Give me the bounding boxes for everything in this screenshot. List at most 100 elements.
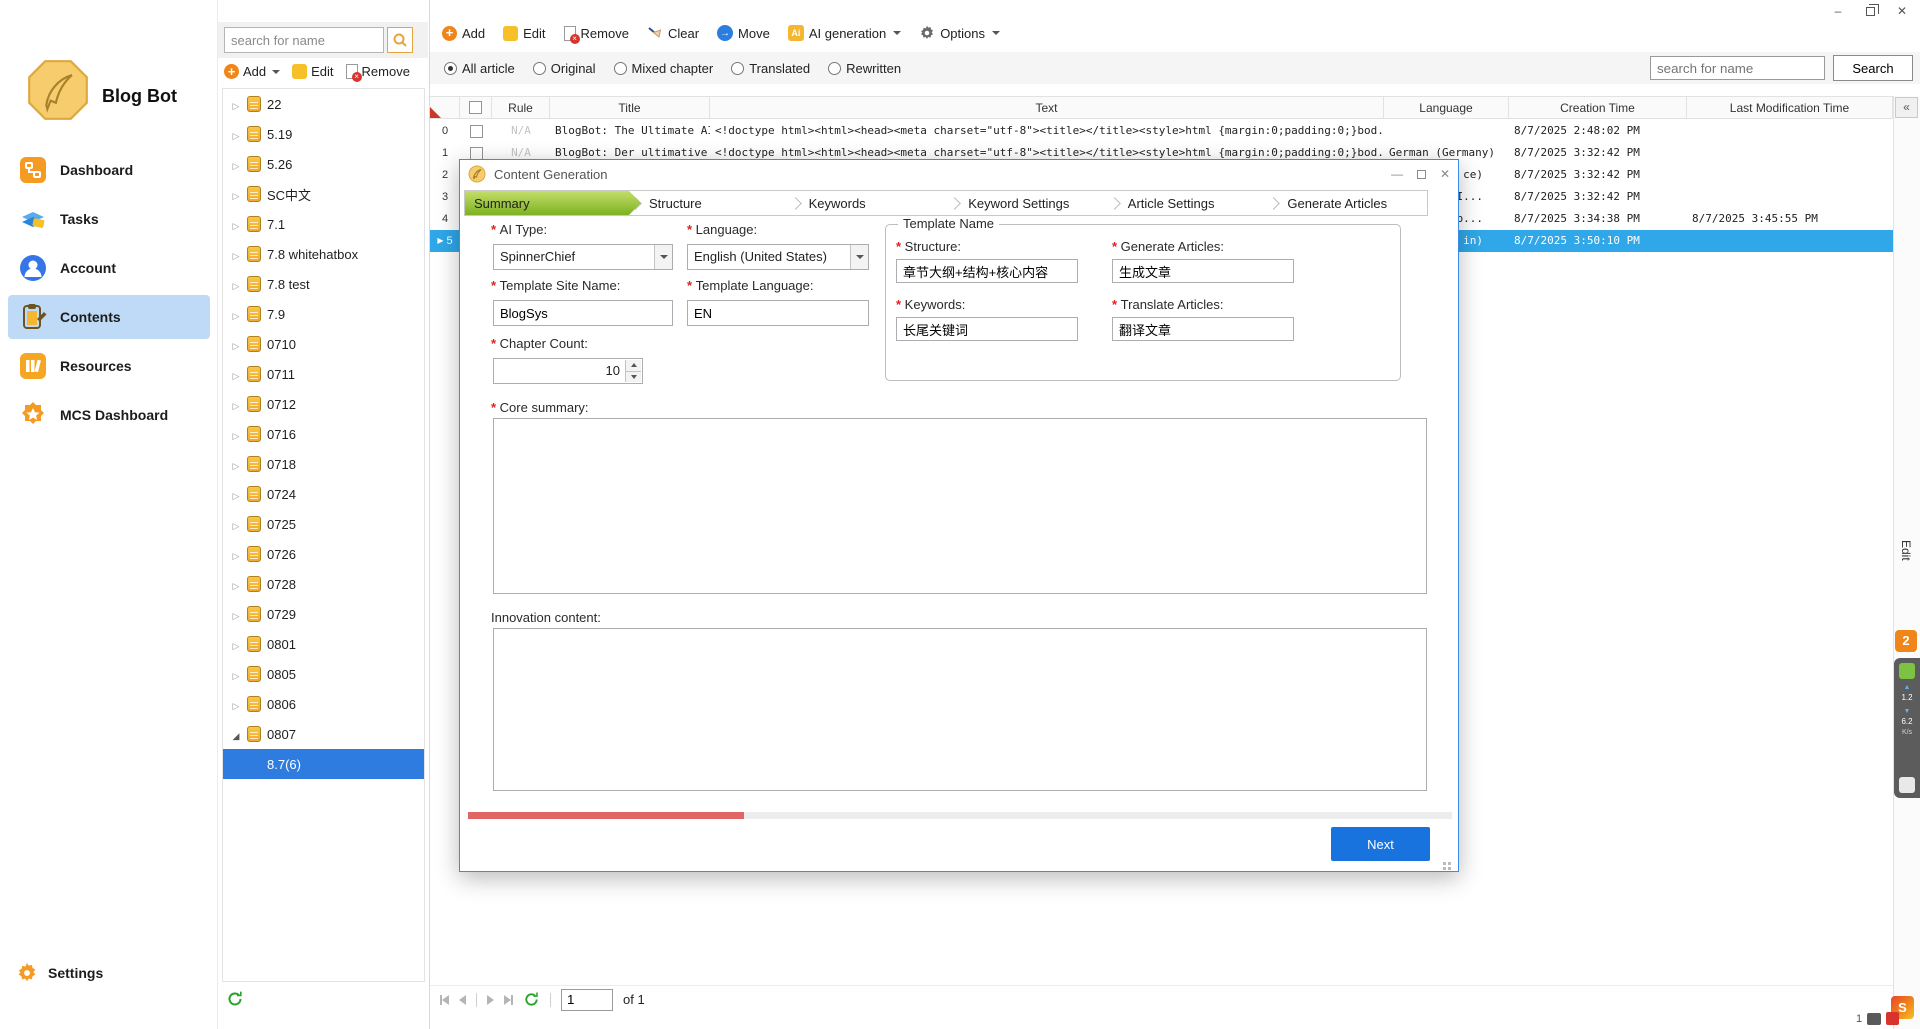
article-search-input[interactable]	[1650, 56, 1825, 80]
move-button[interactable]: Move	[717, 25, 770, 41]
expander-icon[interactable]	[229, 307, 243, 322]
ai-generation-button[interactable]: AI generation	[788, 25, 901, 41]
expander-icon[interactable]	[229, 667, 243, 682]
tree-item[interactable]: 0710	[223, 329, 424, 359]
column-text[interactable]: Text	[710, 97, 1384, 118]
filter-translated[interactable]: Translated	[731, 61, 810, 76]
notification-badge[interactable]: 2	[1895, 630, 1917, 652]
row-checkbox[interactable]	[470, 125, 483, 138]
tree-item[interactable]: 0729	[223, 599, 424, 629]
spin-down-icon[interactable]	[626, 372, 641, 383]
generate-articles-input[interactable]	[1112, 259, 1294, 283]
resize-grip[interactable]	[1448, 862, 1451, 865]
expander-icon[interactable]	[229, 457, 243, 472]
dialog-minimize-button[interactable]: —	[1391, 167, 1403, 181]
dialog-close-button[interactable]: ✕	[1440, 167, 1450, 181]
expander-icon[interactable]	[229, 727, 243, 742]
keywords-input[interactable]	[896, 317, 1078, 341]
wizard-step[interactable]: Keywords	[789, 191, 949, 215]
edit-side-tab[interactable]: Edit	[1899, 540, 1913, 561]
tree-add-button[interactable]: Add	[224, 64, 280, 79]
tree-item[interactable]: 0718	[223, 449, 424, 479]
next-button[interactable]: Next	[1331, 827, 1430, 861]
expander-icon[interactable]	[229, 487, 243, 502]
sidebar-item-settings[interactable]: Settings	[16, 962, 103, 984]
expander-icon[interactable]	[229, 277, 243, 292]
wizard-step[interactable]: Structure	[629, 191, 789, 215]
filter-mixed-chapter[interactable]: Mixed chapter	[614, 61, 714, 76]
sort-indicator-column[interactable]	[430, 97, 460, 118]
row-checkbox[interactable]	[470, 147, 483, 160]
remove-button[interactable]: Remove	[564, 26, 629, 41]
filter-original[interactable]: Original	[533, 61, 596, 76]
expander-icon[interactable]	[229, 517, 243, 532]
sidebar-item-resources[interactable]: Resources	[8, 344, 210, 388]
expander-icon[interactable]	[229, 157, 243, 172]
tree-search-button[interactable]	[387, 27, 413, 53]
core-summary-textarea[interactable]	[493, 418, 1427, 594]
refresh-page-button[interactable]	[523, 991, 540, 1008]
tree-refresh-button[interactable]	[226, 990, 244, 1011]
table-row[interactable]: ▶0 N/A BlogBot: The Ultimate AI Blog... …	[430, 120, 1893, 142]
clear-button[interactable]: Clear	[647, 25, 699, 41]
tree-item[interactable]: 0711	[223, 359, 424, 389]
widget-icon[interactable]	[1899, 777, 1915, 793]
first-page-button[interactable]	[440, 995, 449, 1005]
tree-edit-button[interactable]: Edit	[292, 64, 333, 79]
expander-icon[interactable]	[229, 247, 243, 262]
tree-item[interactable]: 7.1	[223, 209, 424, 239]
tree-item[interactable]: 0716	[223, 419, 424, 449]
tree-search-input[interactable]	[224, 27, 384, 53]
tree-item-selected[interactable]: 8.7(6)	[223, 749, 424, 779]
tree-item[interactable]: 0806	[223, 689, 424, 719]
spin-up-icon[interactable]	[626, 360, 641, 372]
column-last-modification-time[interactable]: Last Modification Time	[1687, 97, 1893, 118]
expander-icon[interactable]	[229, 97, 243, 112]
tree-item[interactable]: 0712	[223, 389, 424, 419]
expander-icon[interactable]	[229, 397, 243, 412]
tree-item[interactable]: 7.8 test	[223, 269, 424, 299]
column-title[interactable]: Title	[550, 97, 710, 118]
select-all-checkbox[interactable]	[469, 101, 482, 114]
ime-badge-icon[interactable]	[1886, 1012, 1899, 1025]
expander-icon[interactable]	[229, 217, 243, 232]
options-button[interactable]: Options	[919, 25, 1000, 41]
sidebar-item-contents[interactable]: Contents	[8, 295, 210, 339]
wizard-step[interactable]: Summary	[465, 191, 641, 215]
wizard-step[interactable]: Generate Articles	[1267, 191, 1427, 215]
tree-item[interactable]: 0728	[223, 569, 424, 599]
page-number-input[interactable]	[561, 989, 613, 1011]
next-page-button[interactable]	[487, 995, 494, 1005]
edit-button[interactable]: Edit	[503, 26, 545, 41]
sidebar-item-tasks[interactable]: Tasks	[8, 197, 210, 241]
add-button[interactable]: Add	[442, 26, 485, 41]
expander-icon[interactable]	[229, 637, 243, 652]
filter-rewritten[interactable]: Rewritten	[828, 61, 901, 76]
template-language-input[interactable]	[687, 300, 869, 326]
tree-item[interactable]: 0725	[223, 509, 424, 539]
sidebar-item-mcs-dashboard[interactable]: MCS Dashboard	[8, 393, 210, 437]
wizard-step[interactable]: Article Settings	[1108, 191, 1268, 215]
tree-item[interactable]: 22	[223, 89, 424, 119]
wizard-step[interactable]: Keyword Settings	[948, 191, 1108, 215]
collapse-panel-button[interactable]: «	[1895, 97, 1918, 118]
sidebar-item-account[interactable]: Account	[8, 246, 210, 290]
expander-icon[interactable]	[229, 187, 243, 202]
search-button[interactable]: Search	[1833, 55, 1913, 81]
network-speed-widget[interactable]: ▲1.2 ▼6.2K/s	[1894, 658, 1920, 798]
tree-item[interactable]: 7.9	[223, 299, 424, 329]
tree-item[interactable]: 0807	[223, 719, 424, 749]
keyboard-icon[interactable]	[1867, 1013, 1881, 1025]
language-select[interactable]: English (United States)	[687, 244, 869, 270]
column-rule[interactable]: Rule	[492, 97, 550, 118]
expander-icon[interactable]	[229, 337, 243, 352]
dropdown-arrow-icon[interactable]	[654, 245, 672, 269]
column-creation-time[interactable]: Creation Time	[1509, 97, 1687, 118]
column-language[interactable]: Language	[1384, 97, 1509, 118]
select-all-column[interactable]	[460, 97, 492, 118]
translate-articles-input[interactable]	[1112, 317, 1294, 341]
tree-item[interactable]: 0724	[223, 479, 424, 509]
tree-item[interactable]: SC中文	[223, 179, 424, 209]
tree-item[interactable]: 0805	[223, 659, 424, 689]
tree-item[interactable]: 5.19	[223, 119, 424, 149]
